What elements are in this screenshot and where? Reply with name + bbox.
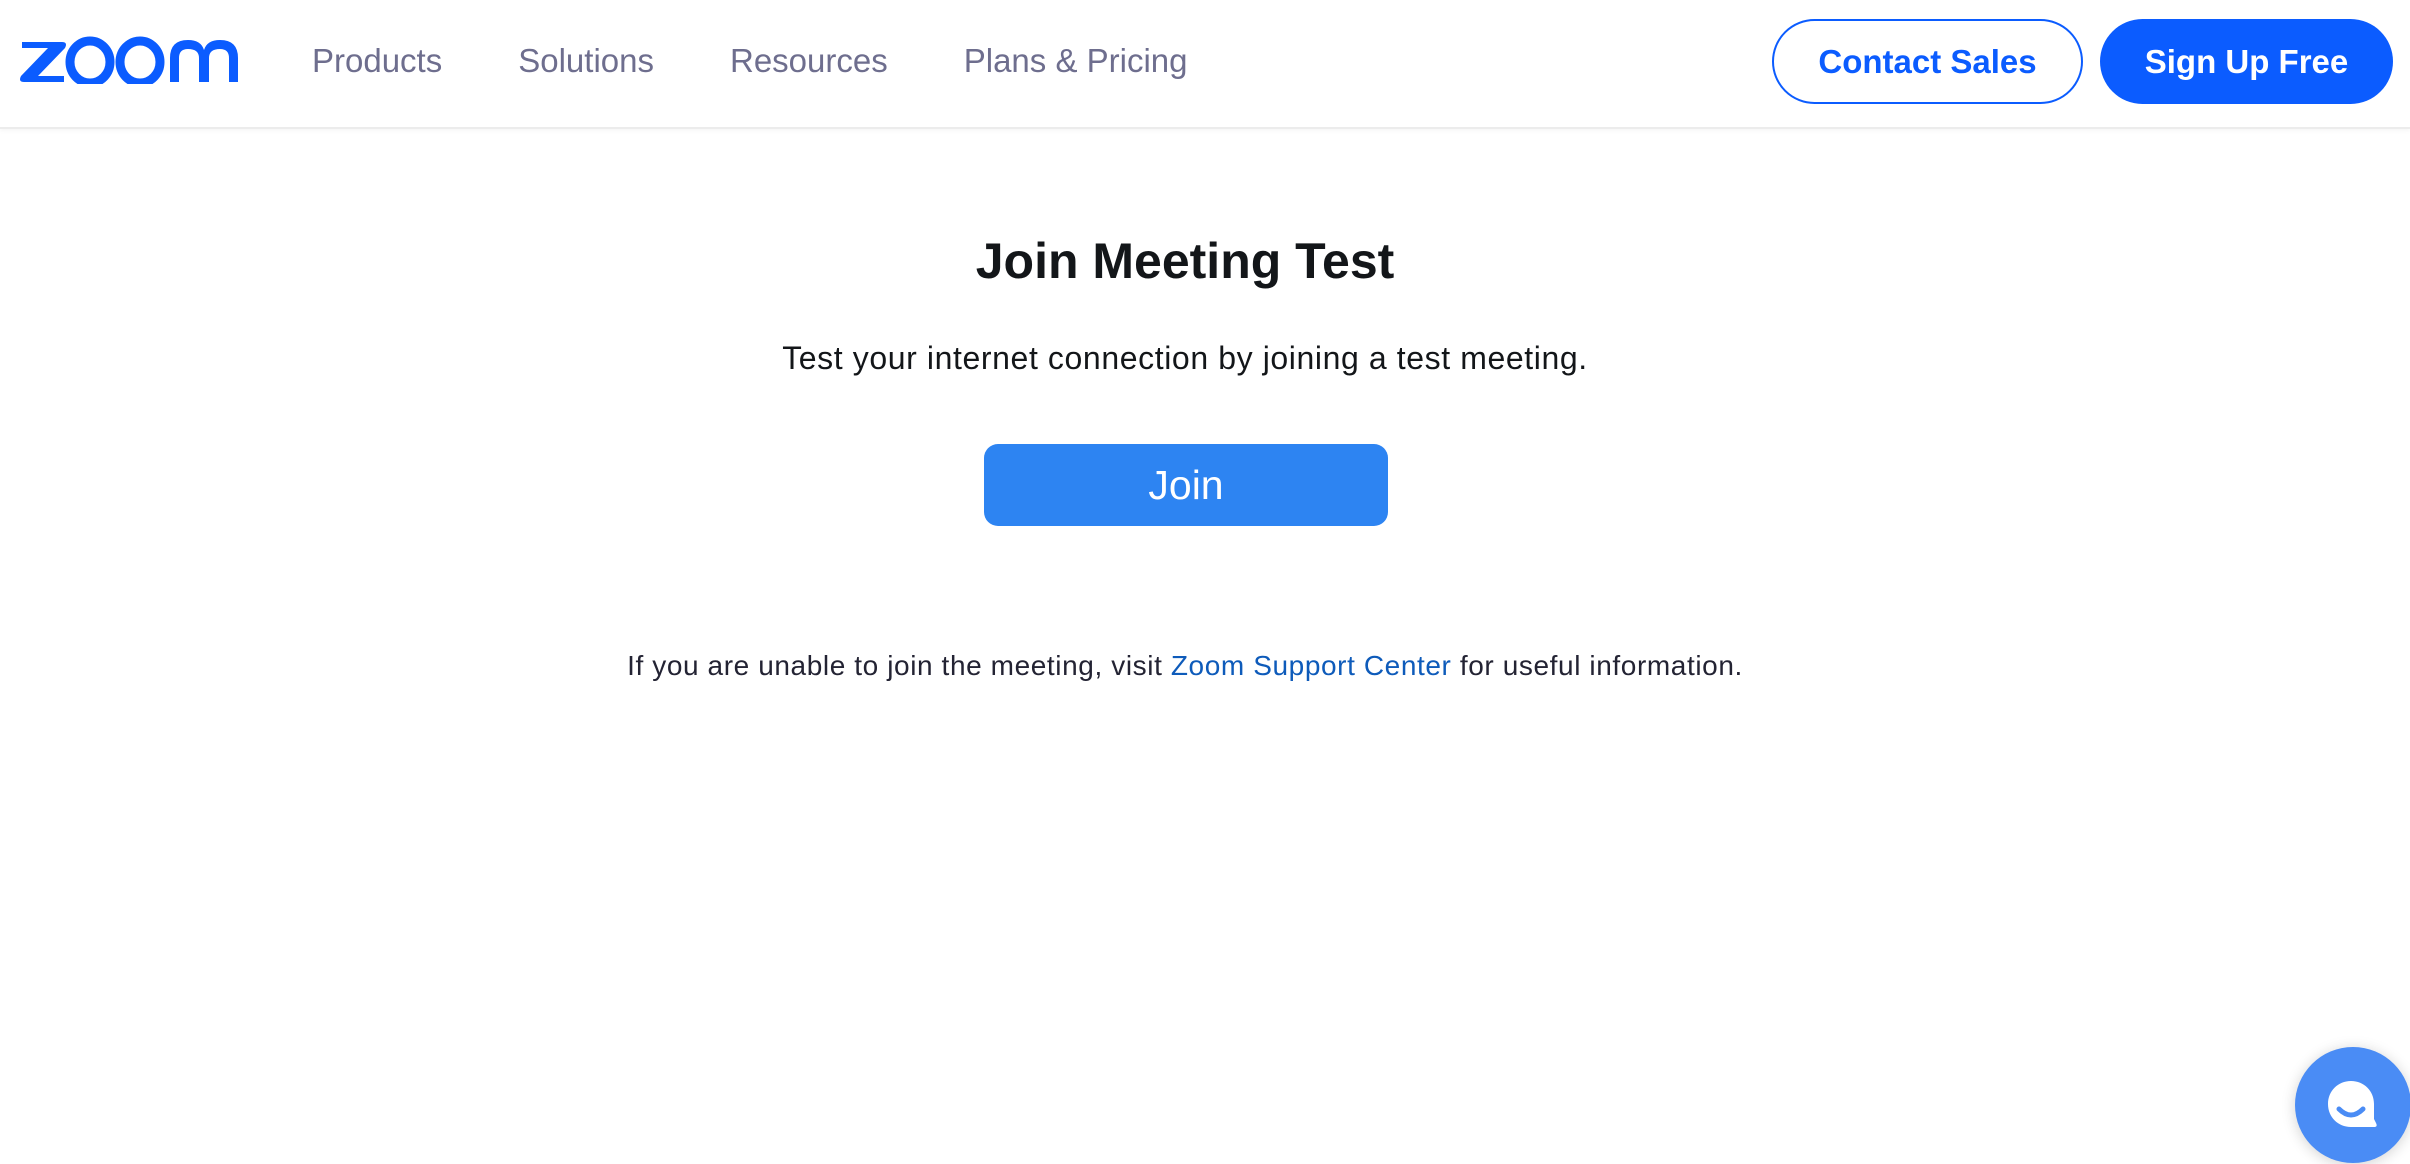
nav-products[interactable]: Products [312,42,442,80]
join-button[interactable]: Join [984,444,1388,526]
help-text: If you are unable to join the meeting, v… [0,650,2370,682]
chat-bubble-icon [2328,1081,2377,1127]
page-subtitle: Test your internet connection by joining… [782,340,1588,376]
site-header: zoom Products Solutions Resources Plans … [0,0,2410,129]
help-text-prefix: If you are unable to join the meeting, v… [627,650,1171,681]
nav-solutions[interactable]: Solutions [518,42,654,80]
page-title: Join Meeting Test [975,233,1395,289]
chat-widget-button[interactable] [2295,1047,2410,1163]
contact-sales-button[interactable]: Contact Sales [1772,19,2083,104]
zoom-logo[interactable]: zoom [18,36,242,84]
nav-plans-pricing[interactable]: Plans & Pricing [964,42,1188,80]
help-text-suffix: for useful information. [1451,650,1743,681]
main-nav: Products Solutions Resources Plans & Pri… [312,0,1264,122]
sign-up-free-button[interactable]: Sign Up Free [2100,19,2393,104]
nav-resources[interactable]: Resources [730,42,888,80]
support-center-link[interactable]: Zoom Support Center [1171,650,1452,681]
